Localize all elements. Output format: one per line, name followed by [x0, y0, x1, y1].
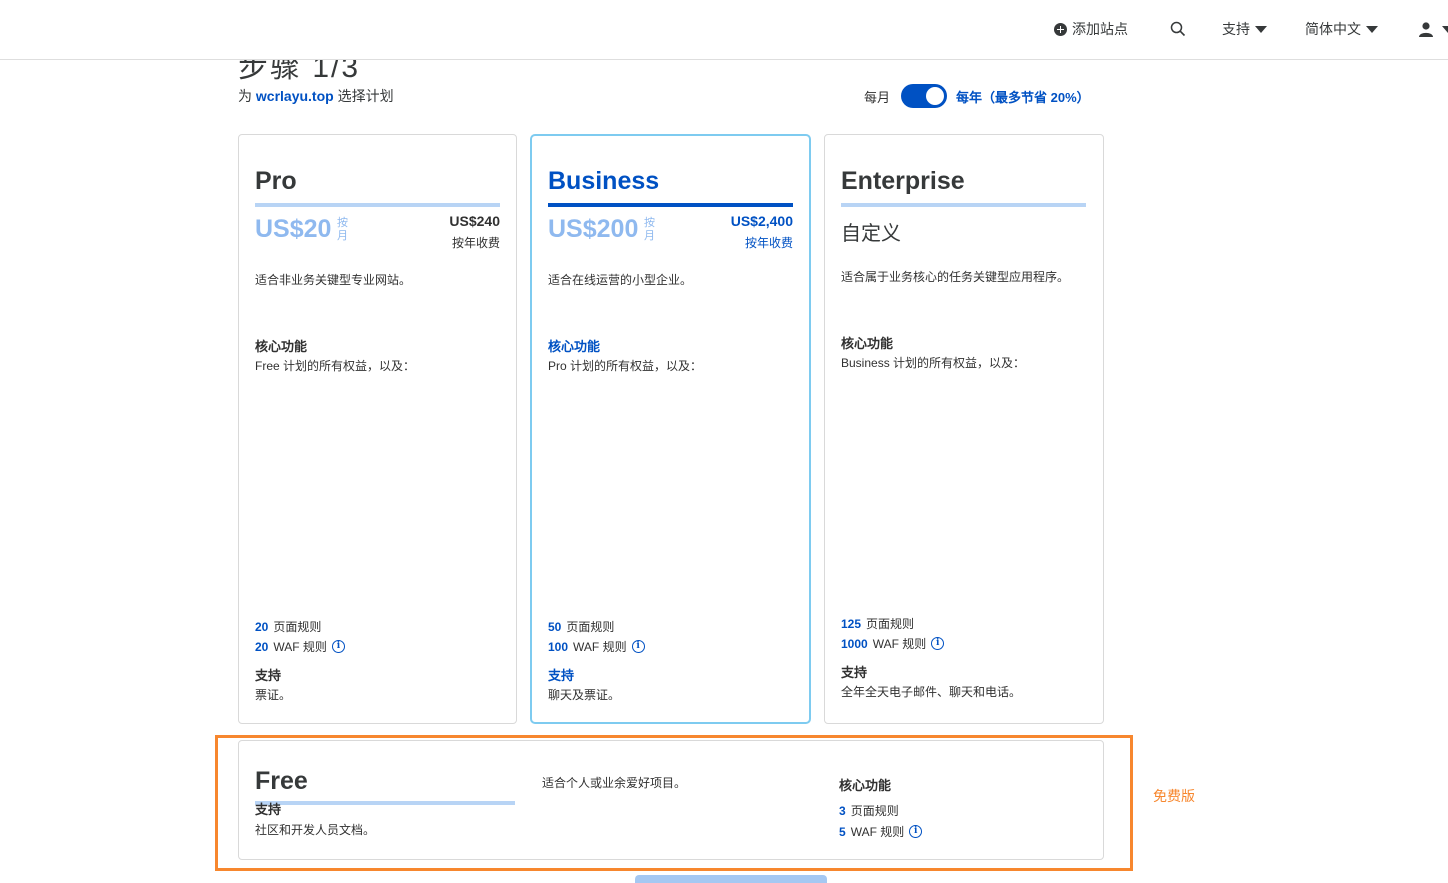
waf-rules-label: WAF 规则: [273, 640, 327, 654]
yearly-price: US$2,400: [730, 213, 793, 229]
yearly-billing-note: 按年收费: [451, 236, 500, 250]
core-features-title: 核心功能: [255, 339, 308, 354]
page-rules-label: 页面规则: [273, 620, 322, 634]
waf-rules-line: 1000 WAF 规则 i: [841, 635, 945, 652]
billing-switch[interactable]: [901, 84, 948, 108]
chevron-down-icon: [1255, 25, 1267, 33]
plan-card-free[interactable]: Free 支持 社区和开发人员文档。 适合个人或业余爱好项目。 核心功能 3 页…: [238, 740, 1104, 860]
page-rules-line: 20 页面规则: [255, 618, 321, 635]
per-month-label: 按月: [337, 217, 348, 242]
waf-rules-line: 5 WAF 规则 i: [839, 823, 923, 840]
page-rules-line: 50 页面规则: [548, 618, 614, 635]
user-icon: [1419, 22, 1433, 37]
plan-description: 适合在线运营的小型企业。: [548, 273, 693, 287]
page-rules-line: 125 页面规则: [841, 615, 914, 632]
plan-description: 适合非业务关键型专业网站。: [255, 273, 412, 287]
waf-rules-count: 1000: [841, 636, 868, 651]
support-title: 支持: [255, 668, 282, 683]
page-rules-count: 125: [841, 616, 862, 631]
support-text: 社区和开发人员文档。: [255, 823, 376, 837]
plan-name: Free: [255, 767, 308, 795]
yearly-label[interactable]: 每年（最多节省 20%）: [956, 87, 1090, 106]
monthly-price: US$200: [548, 215, 639, 243]
plan-divider: [255, 801, 515, 805]
top-navigation-bar: 添加站点 支持 简体中文: [0, 0, 1448, 60]
site-domain: wcrlayu.top: [255, 88, 334, 104]
info-icon[interactable]: i: [909, 825, 923, 838]
plan-divider: [255, 203, 500, 207]
info-icon[interactable]: i: [631, 640, 645, 653]
info-icon[interactable]: i: [331, 640, 345, 653]
support-text: 票证。: [255, 688, 292, 702]
waf-rules-label: WAF 规则: [872, 637, 927, 651]
waf-rules-count: 100: [548, 639, 569, 654]
page-rules-label: 页面规则: [866, 617, 915, 631]
core-features-text: Free 计划的所有权益，以及：: [255, 359, 416, 373]
subtitle-prefix: 为: [238, 88, 252, 104]
core-features-title: 核心功能: [839, 778, 892, 793]
subtitle-suffix: 选择计划: [337, 88, 394, 104]
waf-rules-count: 5: [839, 824, 846, 839]
add-circle-icon: [1054, 22, 1067, 36]
plan-card-business[interactable]: Business US$200 按月 US$2,400 按年收费 适合在线运营的…: [530, 134, 811, 724]
search-icon: [1170, 21, 1186, 37]
waf-rules-label: WAF 规则: [573, 640, 627, 654]
page-rules-count: 20: [255, 619, 269, 634]
info-icon[interactable]: i: [931, 637, 945, 650]
support-menu-label: 支持: [1222, 21, 1250, 37]
billing-period-toggle: 每月 每年（最多节省 20%）: [864, 84, 1090, 108]
support-title: 支持: [841, 665, 868, 680]
support-title: 支持: [255, 802, 282, 817]
continue-button[interactable]: [635, 875, 827, 883]
support-text: 全年全天电子邮件、聊天和电话。: [841, 685, 1022, 699]
plan-name: Pro: [255, 167, 297, 195]
add-site-button[interactable]: 添加站点: [1054, 18, 1128, 40]
page-rules-count: 3: [839, 803, 846, 818]
plan-name: Enterprise: [841, 167, 965, 195]
page-rules-count: 50: [548, 619, 562, 634]
core-features-text: Business 计划的所有权益，以及：: [841, 356, 1026, 370]
monthly-label[interactable]: 每月: [864, 87, 890, 106]
core-features-title: 核心功能: [548, 339, 601, 354]
waf-rules-label: WAF 规则: [850, 825, 905, 839]
plan-card-enterprise[interactable]: Enterprise 自定义 适合属于业务核心的任务关键型应用程序。 核心功能 …: [824, 134, 1104, 724]
language-menu[interactable]: 简体中文: [1305, 18, 1378, 40]
plan-card-pro[interactable]: Pro US$20 按月 US$240 按年收费 适合非业务关键型专业网站。 核…: [238, 134, 517, 724]
custom-price: 自定义: [841, 223, 901, 245]
page-rules-line: 3 页面规则: [839, 802, 899, 819]
page-rules-label: 页面规则: [850, 804, 899, 818]
plan-subtitle: 为 wcrlayu.top 选择计划: [238, 86, 394, 106]
waf-rules-count: 20: [255, 639, 269, 654]
monthly-price: US$20: [255, 215, 332, 243]
yearly-billing-note: 按年收费: [744, 236, 793, 250]
chevron-down-icon: [1442, 25, 1448, 33]
plan-divider: [841, 203, 1086, 207]
plan-description: 适合属于业务核心的任务关键型应用程序。: [841, 270, 1070, 284]
switch-knob: [926, 87, 945, 105]
core-features-text: Pro 计划的所有权益，以及：: [548, 359, 703, 373]
per-month-label: 按月: [644, 217, 655, 242]
support-menu[interactable]: 支持: [1222, 18, 1267, 40]
waf-rules-line: 20 WAF 规则 i: [255, 638, 345, 655]
chevron-down-icon: [1366, 25, 1378, 33]
core-features-title: 核心功能: [841, 336, 894, 351]
free-plan-annotation: 免费版: [1153, 788, 1195, 804]
plan-description: 适合个人或业余爱好项目。: [542, 776, 687, 790]
add-site-label: 添加站点: [1072, 21, 1128, 37]
account-menu[interactable]: [1418, 18, 1448, 40]
support-text: 聊天及票证。: [548, 688, 621, 702]
waf-rules-line: 100 WAF 规则 i: [548, 638, 645, 655]
search-button[interactable]: [1170, 18, 1186, 40]
language-menu-label: 简体中文: [1305, 21, 1361, 37]
support-title: 支持: [548, 668, 575, 683]
yearly-price: US$240: [449, 213, 500, 229]
page-rules-label: 页面规则: [566, 620, 615, 634]
plan-divider: [548, 203, 793, 207]
plan-name: Business: [548, 167, 660, 195]
